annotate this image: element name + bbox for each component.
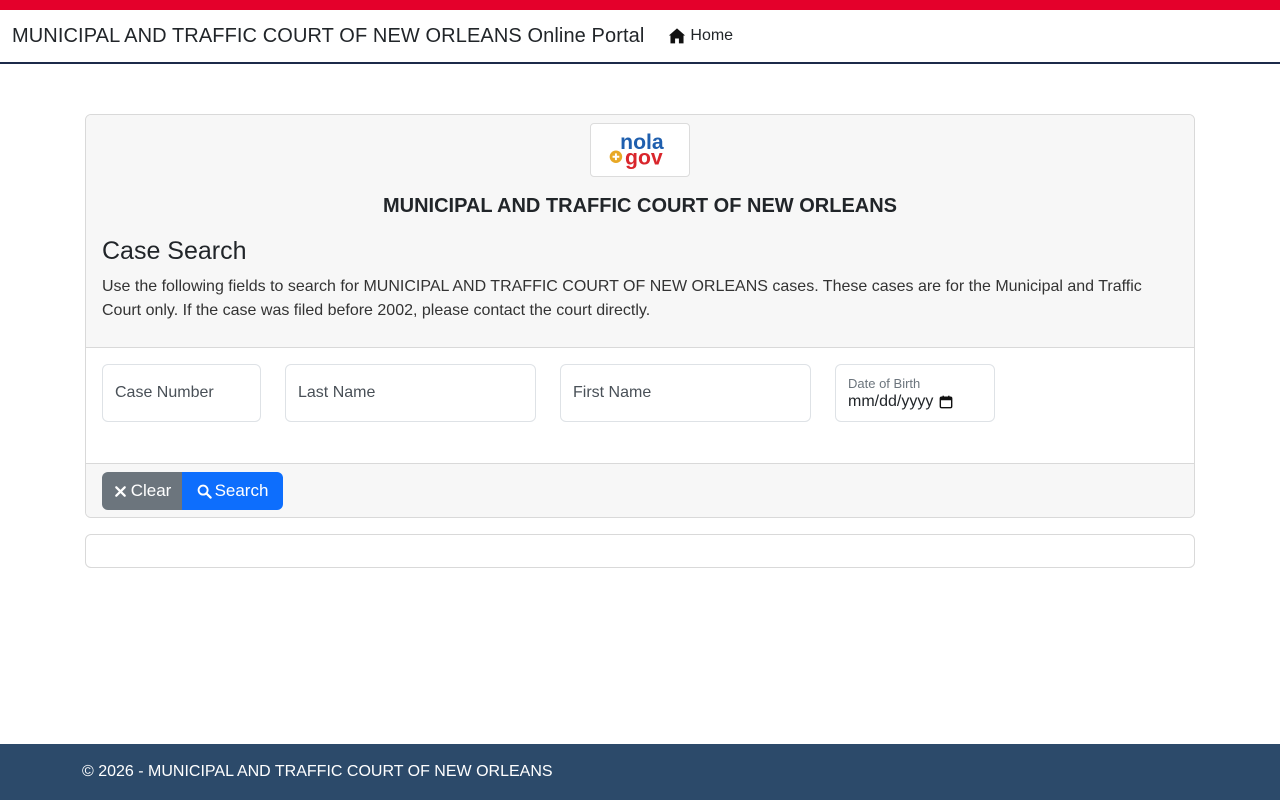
first-name-input[interactable]: First Name — [560, 364, 811, 422]
clear-button[interactable]: Clear — [102, 472, 182, 510]
search-description: Use the following fields to search for M… — [102, 278, 1142, 319]
search-icon — [197, 484, 212, 499]
date-of-birth-input[interactable]: Date of Birth mm/dd/yyyy — [835, 364, 995, 422]
dob-value: mm/dd/yyyy — [848, 392, 934, 410]
nola-gov-logo: nola gov — [590, 123, 690, 177]
last-name-placeholder: Last Name — [298, 384, 376, 401]
card-footer: Clear Search — [86, 463, 1194, 517]
dob-value-row: mm/dd/yyyy — [848, 393, 953, 411]
nav-home-label: Home — [690, 27, 734, 44]
results-panel — [85, 534, 1195, 568]
navbar: MUNICIPAL AND TRAFFIC COURT OF NEW ORLEA… — [0, 10, 1280, 64]
search-button-label: Search — [214, 481, 269, 500]
close-icon — [114, 485, 126, 497]
card-header: nola gov MUNICIPAL AND TRAFFIC COURT OF … — [86, 115, 1194, 348]
top-accent-stripe — [0, 0, 1280, 10]
last-name-input[interactable]: Last Name — [285, 364, 536, 422]
page-title: Case Search — [102, 237, 247, 265]
dob-label: Date of Birth — [848, 375, 921, 391]
logo-gov-text: gov — [625, 146, 663, 169]
home-icon — [669, 28, 686, 44]
footer-copyright: © 2026 - MUNICIPAL AND TRAFFIC COURT OF … — [82, 763, 553, 780]
court-title: MUNICIPAL AND TRAFFIC COURT OF NEW ORLEA… — [382, 195, 898, 217]
page-footer: © 2026 - MUNICIPAL AND TRAFFIC COURT OF … — [0, 744, 1280, 800]
navbar-brand[interactable]: MUNICIPAL AND TRAFFIC COURT OF NEW ORLEA… — [12, 25, 644, 48]
search-fields: Case Number Last Name First Name Date of… — [86, 348, 1194, 463]
clear-button-label: Clear — [130, 481, 172, 500]
first-name-placeholder: First Name — [573, 384, 652, 401]
nav-home-link[interactable]: Home — [668, 27, 733, 45]
case-number-placeholder: Case Number — [115, 384, 214, 401]
search-button[interactable]: Search — [182, 472, 283, 510]
case-number-input[interactable]: Case Number — [102, 364, 261, 422]
case-search-card: nola gov MUNICIPAL AND TRAFFIC COURT OF … — [85, 114, 1195, 518]
calendar-icon[interactable] — [939, 395, 953, 409]
